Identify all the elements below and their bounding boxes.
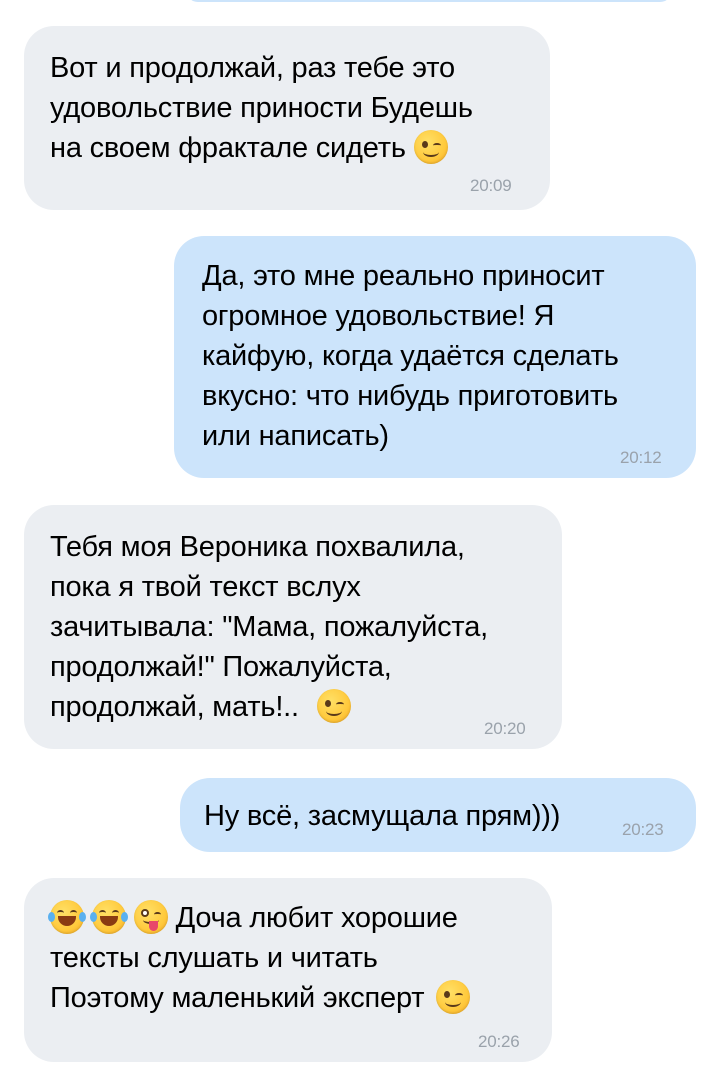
winking-face-emoji-icon	[413, 130, 448, 164]
message-text: Доча любит хорошие	[175, 902, 458, 934]
message-text-line: Тебя моя Вероника похвалила,	[50, 531, 465, 563]
message-bubble-incoming[interactable]: Вот и продолжай, раз тебе это удовольств…	[24, 26, 550, 210]
message-text-line: зачитывала: "Мама, пожалуйста,	[50, 611, 488, 643]
face-with-tears-of-joy-emoji-icon	[48, 900, 86, 934]
message-bubble-incoming[interactable]: Доча любит хорошие тексты слушать и чита…	[24, 878, 552, 1062]
message-text-line: тексты слушать и читать	[50, 942, 378, 974]
message-text: на своем фрактале сидеть	[50, 132, 406, 164]
message-text-line: вкусно: что нибудь приготовить	[202, 380, 618, 412]
message-timestamp: 20:20	[484, 719, 526, 738]
winking-face-emoji-icon	[436, 980, 471, 1014]
winking-face-emoji-icon	[316, 689, 351, 723]
previous-message-bubble-edge	[186, 0, 672, 2]
message-text-line: огромное удовольствие! Я	[202, 300, 555, 332]
message-text-line: Да, это мне реально приносит	[202, 260, 605, 292]
message-timestamp: 20:09	[470, 176, 512, 195]
message-text-line: продолжай!" Пожалуйста,	[50, 651, 392, 683]
message-text: продолжай, мать!..	[50, 691, 299, 723]
message-text-line: на своем фрактале сидеть	[50, 128, 550, 168]
message-timestamp: 20:12	[620, 448, 662, 467]
winking-face-with-tongue-emoji-icon	[133, 900, 168, 934]
message-bubble-incoming[interactable]: Тебя моя Вероника похвалила, пока я твой…	[24, 505, 562, 749]
message-text-line: пока я твой текст вслух	[50, 571, 361, 603]
message-bubble-outgoing[interactable]: Ну всё, засмущала прям))) 20:23	[180, 778, 696, 852]
chat-history[interactable]: Вот и продолжай, раз тебе это удовольств…	[0, 0, 720, 1076]
message-text-line: удовольствие приности Будешь	[50, 92, 473, 124]
message-text-line: Вот и продолжай, раз тебе это	[50, 52, 455, 84]
message-timestamp: 20:26	[478, 1032, 520, 1051]
message-text-line: Поэтому маленький эксперт	[50, 978, 552, 1018]
message-text-line: кайфую, когда удаётся сделать	[202, 340, 619, 372]
message-timestamp: 20:23	[622, 820, 664, 839]
message-text: Поэтому маленький эксперт	[50, 982, 425, 1014]
message-bubble-outgoing[interactable]: Да, это мне реально приносит огромное уд…	[174, 236, 696, 478]
message-text-line: Доча любит хорошие	[48, 898, 552, 938]
face-with-tears-of-joy-emoji-icon	[89, 900, 128, 934]
